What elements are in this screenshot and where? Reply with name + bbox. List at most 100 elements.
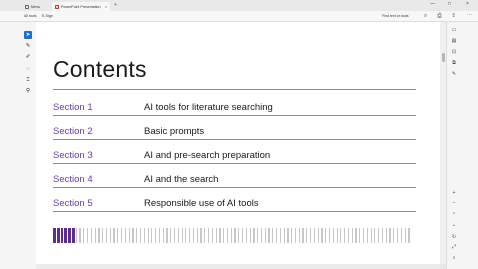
page-up-icon[interactable]: ⌃ — [450, 211, 458, 219]
progress-bar-empty — [408, 228, 410, 243]
progress-bar-empty — [83, 228, 85, 243]
section-number: Section 1 — [53, 102, 93, 113]
page-title: Contents — [53, 56, 147, 82]
section-topic: AI tools for literature searching — [144, 102, 273, 113]
progress-bar-empty — [257, 228, 259, 243]
rotate-icon[interactable]: ↻ — [450, 233, 458, 241]
progress-bar-empty — [207, 228, 210, 243]
progress-bar-empty — [291, 228, 293, 243]
progress-bar-empty — [87, 228, 89, 243]
progress-bar-empty — [393, 228, 395, 243]
more-icon[interactable]: ⋯ — [466, 13, 473, 20]
progress-bar-empty — [340, 228, 342, 243]
progress-bar-empty — [260, 228, 263, 243]
progress-bar-empty — [351, 228, 353, 243]
progress-bar-empty — [306, 228, 308, 243]
progress-bar-empty — [400, 228, 402, 243]
progress-bar-empty — [378, 228, 380, 243]
progress-bar-empty — [238, 228, 240, 243]
comments-panel-icon[interactable]: ▭ — [450, 26, 458, 34]
progress-bar-empty — [200, 228, 202, 243]
progress-bar-filled — [71, 228, 75, 243]
progress-bar-empty — [139, 228, 142, 243]
maximize-button[interactable]: □ — [448, 1, 451, 7]
progress-bar-empty — [298, 228, 300, 243]
comment-icon[interactable]: ✎ — [24, 42, 32, 50]
close-tab-icon[interactable]: × — [105, 4, 107, 9]
fit-page-icon[interactable]: ⤢ — [450, 243, 458, 251]
esign-button[interactable]: E-Sign — [42, 14, 53, 18]
search-icon[interactable]: ⌕ — [422, 13, 429, 20]
close-window-button[interactable]: × — [466, 1, 469, 7]
text-select-icon[interactable]: ⌶ — [24, 76, 32, 84]
select-cursor-icon[interactable]: ➤ — [24, 31, 32, 39]
progress-bar-empty — [310, 228, 312, 243]
horizontal-scrollbar[interactable] — [36, 264, 440, 269]
draw-icon[interactable]: ✐ — [24, 53, 32, 61]
print-icon[interactable]: ⎙ — [436, 13, 443, 20]
row-divider — [53, 115, 416, 116]
progress-bar-filled — [60, 228, 64, 243]
progress-bar-empty — [294, 228, 297, 243]
zoom-out-icon[interactable]: − — [450, 199, 458, 207]
progress-bar-empty — [328, 228, 331, 243]
progress-bar-empty — [223, 228, 225, 243]
progress-bar-empty — [166, 228, 168, 243]
stamp-icon[interactable]: ⚲ — [24, 87, 32, 95]
section-topic: Basic prompts — [144, 126, 205, 137]
section-number: Section 3 — [53, 150, 93, 161]
pdf-document-icon — [55, 4, 59, 9]
tab-menu[interactable]: Menu — [22, 2, 47, 11]
progress-bar-empty — [264, 228, 266, 243]
highlight-icon[interactable]: ◌ — [24, 65, 32, 73]
progress-bar-filled — [53, 228, 56, 243]
progress-bar-empty — [109, 228, 111, 243]
progress-bar-empty — [234, 228, 236, 243]
progress-bar-empty — [381, 228, 384, 243]
zoom-in-icon[interactable]: + — [450, 189, 458, 197]
right-sidebar: ▭ ▤ ⊡ ⧉ ✎ + − ⌃ ⌄ ↻ ⤢ ⌕ — [446, 22, 478, 269]
progress-bar-empty — [385, 228, 387, 243]
progress-bar-empty — [302, 228, 304, 243]
edit-icon[interactable]: ✎ — [450, 70, 458, 78]
share-icon[interactable]: ⇪ — [450, 13, 457, 20]
bookmarks-icon[interactable]: ⊡ — [450, 48, 458, 56]
section-number: Section 2 — [53, 126, 93, 137]
find-tools-button[interactable]: Find text or tools — [382, 14, 409, 18]
scrollbar-thumb[interactable] — [441, 53, 445, 62]
tab-powerpoint-presentation[interactable]: PowerPoint Presentation × — [52, 2, 110, 11]
progress-bar-empty — [359, 228, 361, 243]
progress-bar-empty — [396, 228, 399, 243]
attachments-icon[interactable]: ⧉ — [450, 59, 458, 67]
progress-bar-empty — [98, 228, 100, 243]
progress-bar-empty — [79, 228, 81, 243]
section-topic: AI and the search — [144, 174, 219, 185]
page-down-icon[interactable]: ⌄ — [450, 221, 458, 229]
progress-bar-empty — [151, 228, 153, 243]
zoom-icon[interactable]: ⌕ — [450, 254, 458, 262]
progress-bar-empty — [102, 228, 104, 243]
new-tab-button[interactable]: + — [114, 2, 117, 8]
progress-bar-empty — [90, 228, 92, 243]
progress-bar-empty — [147, 228, 149, 243]
progress-bar-empty — [181, 228, 183, 243]
section-number: Section 4 — [53, 174, 93, 185]
contents-row: Section 1 AI tools for literature search… — [53, 100, 416, 124]
all-tools-button[interactable]: All tools — [24, 14, 37, 18]
progress-bar-empty — [192, 228, 195, 243]
progress-bar-empty — [155, 228, 157, 243]
minimize-button[interactable]: — — [430, 1, 435, 7]
row-divider — [53, 211, 416, 212]
page-thumbnails-icon[interactable]: ▤ — [450, 37, 458, 45]
progress-bar-empty — [347, 228, 350, 243]
progress-bar-empty — [249, 228, 251, 243]
progress-bar-empty — [158, 228, 161, 243]
row-divider — [53, 163, 416, 164]
row-divider — [53, 139, 416, 140]
progress-bar-empty — [162, 228, 164, 243]
section-topic: Responsible use of AI tools — [144, 198, 259, 209]
progress-bar-empty — [185, 228, 187, 243]
progress-bar-empty — [344, 228, 346, 243]
home-icon — [25, 4, 29, 9]
progress-bar-empty — [94, 228, 96, 243]
